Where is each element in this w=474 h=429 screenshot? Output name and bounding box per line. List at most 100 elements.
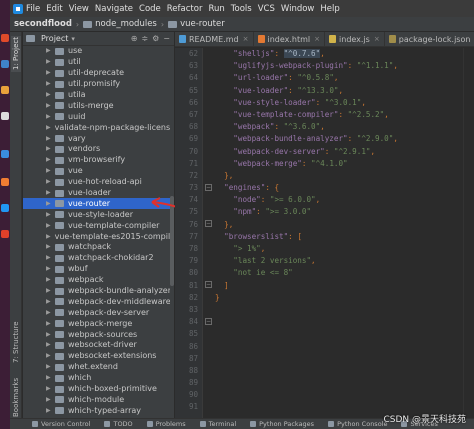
expand-arrow-icon[interactable]: ▶ — [46, 57, 55, 67]
fold-marker-icon[interactable]: − — [205, 318, 212, 325]
menu-help[interactable]: Help — [320, 4, 339, 14]
tree-item[interactable]: ▶ webpack-merge — [23, 318, 174, 329]
tree-item[interactable]: ▶ vue-hot-reload-api — [23, 177, 174, 188]
launcher-app-icon[interactable] — [1, 150, 9, 158]
minimize-icon[interactable]: − — [163, 34, 170, 43]
tree-item[interactable]: ▶ uuid — [23, 111, 174, 122]
tree-item[interactable]: ▶ which-typed-array — [23, 405, 174, 416]
expand-arrow-icon[interactable]: ▶ — [46, 79, 55, 89]
tree-item[interactable]: ▶ webpack-dev-middleware — [23, 296, 174, 307]
tree-item[interactable]: ▶ vm-browserify — [23, 155, 174, 166]
breadcrumb-item[interactable]: node_modules — [83, 19, 157, 29]
close-icon[interactable]: × — [314, 35, 320, 43]
project-panel-title[interactable]: Project — [41, 34, 68, 43]
expand-arrow-icon[interactable]: ▶ — [46, 112, 55, 122]
tree-item[interactable]: ▶ websocket-driver — [23, 340, 174, 351]
expand-arrow-icon[interactable]: ▶ — [46, 286, 55, 296]
expand-arrow-icon[interactable]: ▶ — [46, 101, 55, 111]
editor-tab[interactable]: package-lock.json× — [385, 32, 474, 46]
tree-item[interactable]: ▶ util-deprecate — [23, 68, 174, 79]
editor-tab[interactable]: index.html × — [254, 32, 326, 46]
tool-tab-project[interactable]: 1: Project — [11, 36, 21, 72]
menu-file[interactable]: File — [26, 4, 40, 14]
tree-item[interactable]: ▶ vue-template-es2015-compiler — [23, 231, 174, 242]
expand-arrow-icon[interactable]: ▶ — [46, 340, 55, 350]
expand-arrow-icon[interactable]: ▶ — [46, 297, 55, 307]
expand-arrow-icon[interactable]: ▶ — [46, 253, 55, 263]
expand-arrow-icon[interactable]: ▶ — [46, 351, 55, 361]
bottom-tool-tab[interactable]: Python Console — [328, 420, 387, 428]
tree-item[interactable]: ▶ utila — [23, 90, 174, 101]
menu-vcs[interactable]: VCS — [258, 4, 275, 14]
expand-arrow-icon[interactable]: ▶ — [46, 90, 55, 100]
tree-item[interactable]: ▶ util — [23, 57, 174, 68]
bottom-tool-tab[interactable]: Problems — [146, 420, 186, 428]
expand-arrow-icon[interactable]: ▶ — [46, 123, 51, 133]
expand-arrow-icon[interactable]: ▶ — [46, 232, 51, 242]
menu-edit[interactable]: Edit — [46, 4, 62, 14]
project-scrollbar[interactable] — [170, 46, 174, 418]
expand-arrow-icon[interactable]: ▶ — [46, 166, 55, 176]
expand-arrow-icon[interactable]: ▶ — [46, 319, 55, 329]
bottom-tool-tab[interactable]: Version Control — [32, 420, 90, 428]
expand-arrow-icon[interactable]: ▶ — [46, 144, 55, 154]
locate-icon[interactable]: ⊕ — [131, 34, 138, 43]
launcher-app-icon[interactable] — [1, 112, 9, 120]
tree-item[interactable]: ▶ vue-style-loader — [23, 209, 174, 220]
tool-tab-structure[interactable]: 7: Structure — [11, 318, 21, 366]
tree-item[interactable]: ▶ vue — [23, 166, 174, 177]
tree-item[interactable]: ▶ which-module — [23, 395, 174, 406]
editor-tab[interactable]: index.js × — [325, 32, 385, 46]
tree-item[interactable]: ▶ webpack-sources — [23, 329, 174, 340]
tree-item[interactable]: ▶ which-boxed-primitive — [23, 384, 174, 395]
bottom-tool-tab[interactable]: Terminal — [199, 420, 236, 428]
tree-item[interactable]: ▶ vendors — [23, 144, 174, 155]
collapse-all-icon[interactable]: ≑ — [141, 34, 148, 43]
launcher-app-icon[interactable] — [1, 34, 9, 42]
launcher-app-icon[interactable] — [1, 178, 9, 186]
tree-item[interactable]: ▶ vue-router — [23, 198, 174, 210]
expand-arrow-icon[interactable]: ▶ — [46, 264, 55, 274]
menu-view[interactable]: View — [69, 4, 89, 14]
menu-code[interactable]: Code — [139, 4, 161, 14]
launcher-app-icon[interactable] — [1, 204, 9, 212]
breadcrumb-item[interactable]: vue-router — [168, 19, 225, 29]
expand-arrow-icon[interactable]: ▶ — [46, 46, 55, 56]
tree-item[interactable]: ▶ watchpack — [23, 242, 174, 253]
tree-item[interactable]: ▶ vue-loader — [23, 188, 174, 199]
tree-item[interactable]: ▶ vary — [23, 133, 174, 144]
menu-tools[interactable]: Tools — [231, 4, 252, 14]
close-icon[interactable]: × — [374, 35, 380, 43]
tree-item[interactable]: ▶ util.promisify — [23, 79, 174, 90]
tree-item[interactable]: ▶ validate-npm-package-license — [23, 122, 174, 133]
expand-arrow-icon[interactable]: ▶ — [46, 188, 55, 198]
tree-item[interactable]: ▶ websocket-extensions — [23, 351, 174, 362]
bottom-tool-tab[interactable]: Python Packages — [250, 420, 314, 428]
expand-arrow-icon[interactable]: ▶ — [46, 384, 55, 394]
menu-navigate[interactable]: Navigate — [95, 4, 133, 14]
tree-item[interactable]: ▶ which — [23, 373, 174, 384]
tree-item[interactable]: ▶ vue-template-compiler — [23, 220, 174, 231]
breadcrumb-item[interactable]: secondflood — [14, 19, 72, 29]
tree-item[interactable]: ▶ webpack — [23, 275, 174, 286]
expand-arrow-icon[interactable]: ▶ — [46, 406, 55, 416]
expand-arrow-icon[interactable]: ▶ — [46, 242, 55, 252]
tree-item[interactable]: ▶ use — [23, 46, 174, 57]
expand-arrow-icon[interactable]: ▶ — [46, 275, 55, 285]
code-editor[interactable]: "shelljs": "^0.7.6", "uglifyjs-webpack-p… — [215, 48, 465, 418]
expand-arrow-icon[interactable]: ▶ — [46, 221, 55, 231]
gear-icon[interactable]: ⚙ — [152, 34, 159, 43]
expand-arrow-icon[interactable]: ▶ — [46, 177, 55, 187]
expand-arrow-icon[interactable]: ▶ — [46, 155, 55, 165]
menu-refactor[interactable]: Refactor — [167, 4, 203, 14]
menu-run[interactable]: Run — [208, 4, 224, 14]
chevron-down-icon[interactable]: ▾ — [71, 35, 75, 43]
expand-arrow-icon[interactable]: ▶ — [46, 395, 55, 405]
expand-arrow-icon[interactable]: ▶ — [46, 362, 55, 372]
tree-item[interactable]: ▶ watchpack-chokidar2 — [23, 253, 174, 264]
scrollbar-thumb[interactable] — [170, 196, 174, 286]
expand-arrow-icon[interactable]: ▶ — [46, 308, 55, 318]
expand-arrow-icon[interactable]: ▶ — [46, 373, 55, 383]
bottom-tool-tab[interactable]: TODO — [104, 420, 133, 428]
close-icon[interactable]: × — [243, 35, 249, 43]
